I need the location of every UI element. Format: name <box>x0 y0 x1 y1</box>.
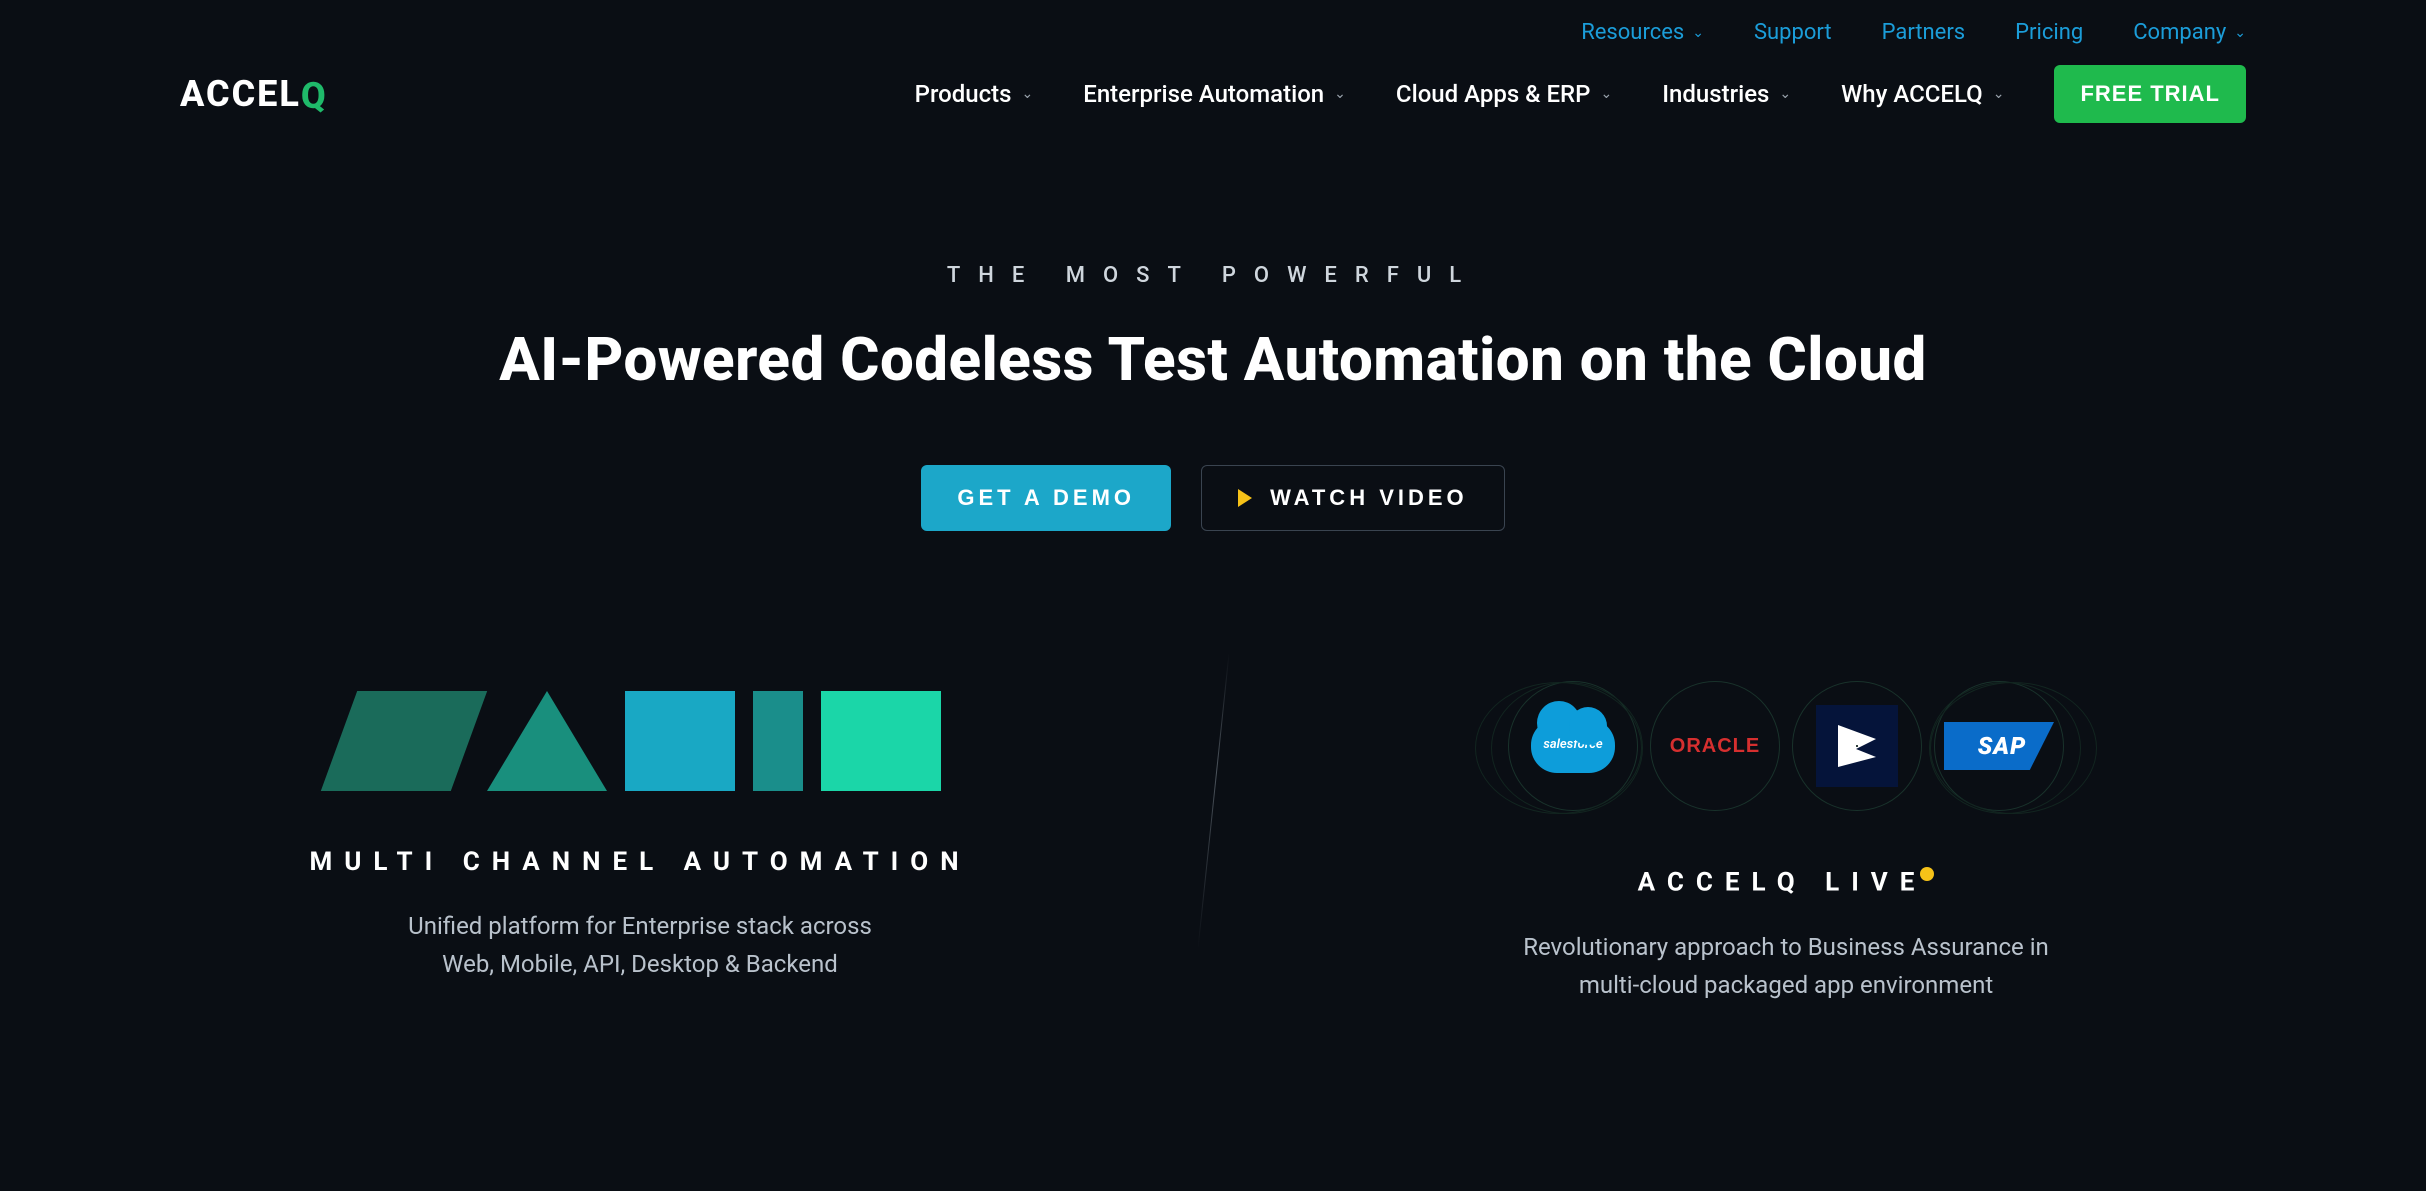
desc-line: Unified platform for Enterprise stack ac… <box>408 912 872 940</box>
accelq-live-title: ACCELQ LIVE <box>1406 867 2166 898</box>
chevron-down-icon: ⌄ <box>1993 86 2005 102</box>
nav-label: Products <box>915 80 1012 108</box>
multi-channel-column: MULTI CHANNEL AUTOMATION Unified platfor… <box>260 681 1020 1004</box>
chevron-down-icon: ⌄ <box>1334 86 1346 102</box>
hero-cta-row: GET A DEMO WATCH VIDEO <box>0 465 2426 531</box>
topnav-partners[interactable]: Partners <box>1882 20 1966 45</box>
nav-label: Enterprise Automation <box>1083 80 1324 108</box>
play-icon <box>1238 489 1252 507</box>
topnav-label: Pricing <box>2015 20 2083 45</box>
brand-text-1: ACCEL <box>180 73 301 115</box>
topnav-label: Company <box>2133 20 2226 45</box>
nav-label: Cloud Apps & ERP <box>1396 80 1591 108</box>
dynamics-mark-icon <box>1816 705 1898 787</box>
hero-section: THE MOST POWERFUL AI-Powered Codeless Te… <box>0 263 2426 531</box>
salesforce-logo: salesforce <box>1508 681 1638 811</box>
live-dot-icon <box>1920 867 1934 881</box>
accelq-live-title-text: ACCELQ LIVE <box>1638 868 1927 898</box>
desc-line: Web, Mobile, API, Desktop & Backend <box>442 950 838 978</box>
topnav-label: Resources <box>1581 20 1684 45</box>
nav-why-accelq[interactable]: Why ACCELQ ⌄ <box>1841 80 2004 108</box>
salesforce-text: salesforce <box>1531 737 1615 752</box>
get-demo-button[interactable]: GET A DEMO <box>921 465 1171 531</box>
multi-channel-title: MULTI CHANNEL AUTOMATION <box>260 847 1020 877</box>
nav-industries[interactable]: Industries ⌄ <box>1662 80 1791 108</box>
brand-text-2: Q <box>301 75 328 117</box>
accelq-live-desc: Revolutionary approach to Business Assur… <box>1406 928 2166 1005</box>
square-blue-icon <box>625 691 735 791</box>
chevron-down-icon: ⌄ <box>1022 86 1034 102</box>
partner-logo-row: salesforce ORACLE SAP <box>1406 681 2166 811</box>
chevron-down-icon: ⌄ <box>2234 25 2246 41</box>
hero-eyebrow: THE MOST POWERFUL <box>0 263 2426 288</box>
topnav-label: Support <box>1754 20 1832 45</box>
feature-columns: MULTI CHANNEL AUTOMATION Unified platfor… <box>0 681 2426 1004</box>
watch-video-button[interactable]: WATCH VIDEO <box>1201 465 1505 531</box>
oracle-logo: ORACLE <box>1650 681 1780 811</box>
chevron-down-icon: ⌄ <box>1779 86 1791 102</box>
salesforce-cloud-icon: salesforce <box>1531 719 1615 773</box>
chevron-down-icon: ⌄ <box>1600 86 1612 102</box>
multi-channel-desc: Unified platform for Enterprise stack ac… <box>260 907 1020 984</box>
desc-line: Revolutionary approach to Business Assur… <box>1523 933 2049 961</box>
nav-products[interactable]: Products ⌄ <box>915 80 1034 108</box>
accelq-live-column: salesforce ORACLE SAP ACCELQ LIVE Revolu… <box>1406 681 2166 1004</box>
desc-line: multi-cloud packaged app environment <box>1579 971 1993 999</box>
nav-label: Why ACCELQ <box>1841 80 1983 108</box>
free-trial-button[interactable]: FREE TRIAL <box>2054 65 2246 123</box>
top-nav: Resources ⌄ Support Partners Pricing Com… <box>0 0 2426 55</box>
sap-text: SAP <box>1944 722 2054 770</box>
topnav-company[interactable]: Company ⌄ <box>2133 20 2246 45</box>
sap-logo: SAP <box>1934 681 2064 811</box>
topnav-resources[interactable]: Resources ⌄ <box>1581 20 1704 45</box>
column-divider <box>1197 652 1229 950</box>
brand-logo[interactable]: ACCELQ <box>180 73 328 115</box>
triangle-icon <box>487 691 607 791</box>
topnav-support[interactable]: Support <box>1754 20 1832 45</box>
multi-channel-shapes-icon <box>260 681 1020 791</box>
parallelogram-icon <box>321 691 487 791</box>
watch-video-label: WATCH VIDEO <box>1270 485 1468 511</box>
oracle-text: ORACLE <box>1670 735 1760 758</box>
dynamics-logo <box>1792 681 1922 811</box>
nav-enterprise-automation[interactable]: Enterprise Automation ⌄ <box>1083 80 1346 108</box>
bar-icon <box>753 691 803 791</box>
main-nav-links: Products ⌄ Enterprise Automation ⌄ Cloud… <box>915 65 2246 123</box>
main-nav: ACCELQ Products ⌄ Enterprise Automation … <box>0 55 2426 123</box>
topnav-pricing[interactable]: Pricing <box>2015 20 2083 45</box>
hero-headline: AI-Powered Codeless Test Automation on t… <box>0 324 2426 395</box>
square-green-icon <box>821 691 941 791</box>
nav-cloud-apps-erp[interactable]: Cloud Apps & ERP ⌄ <box>1396 80 1612 108</box>
chevron-down-icon: ⌄ <box>1692 25 1704 41</box>
topnav-label: Partners <box>1882 20 1966 45</box>
nav-label: Industries <box>1662 80 1769 108</box>
